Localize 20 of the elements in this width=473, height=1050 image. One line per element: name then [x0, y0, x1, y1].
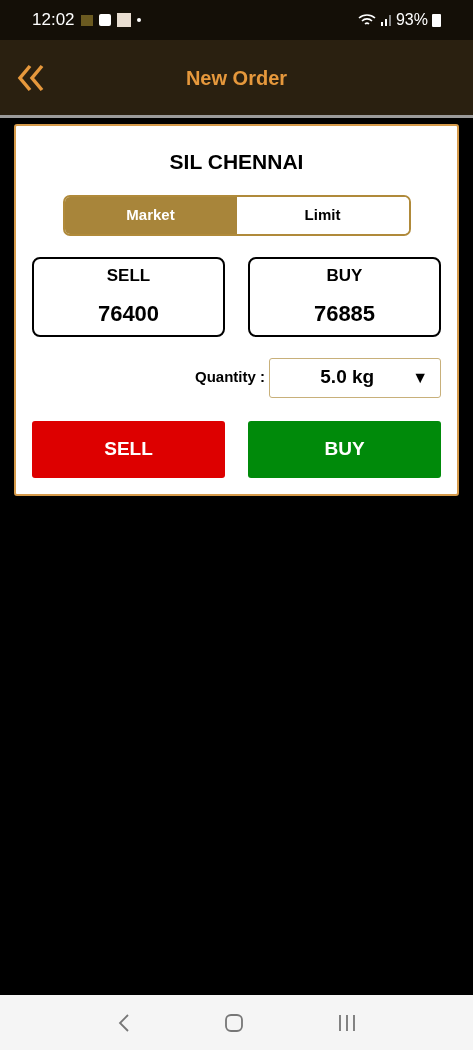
price-value: 76400 [97, 299, 160, 328]
quantity-dropdown[interactable]: 5.0 kg ▼ [269, 357, 441, 398]
quantity-label: Quantity : [195, 367, 265, 388]
signal-icon [379, 14, 392, 26]
price-label: SELL [106, 265, 151, 288]
battery-icon [432, 13, 441, 27]
buy-button[interactable]: BUY [248, 420, 441, 478]
recents-nav-icon[interactable] [337, 1013, 356, 1032]
instrument-title: SIL CHENNAI [168, 149, 305, 175]
order-type-tab[interactable]: Market [64, 196, 237, 234]
sell-button[interactable]: SELL [32, 420, 225, 478]
price-label: BUY [326, 265, 363, 288]
back-icon[interactable] [16, 62, 46, 93]
wifi-icon [357, 13, 376, 27]
price-value: 76885 [313, 299, 376, 328]
page-title: New Order [185, 65, 288, 91]
battery-level: 93% [395, 10, 428, 30]
back-nav-icon[interactable] [117, 1012, 130, 1033]
status-time: 12:02 [32, 9, 75, 32]
home-nav-icon[interactable] [224, 1013, 243, 1032]
